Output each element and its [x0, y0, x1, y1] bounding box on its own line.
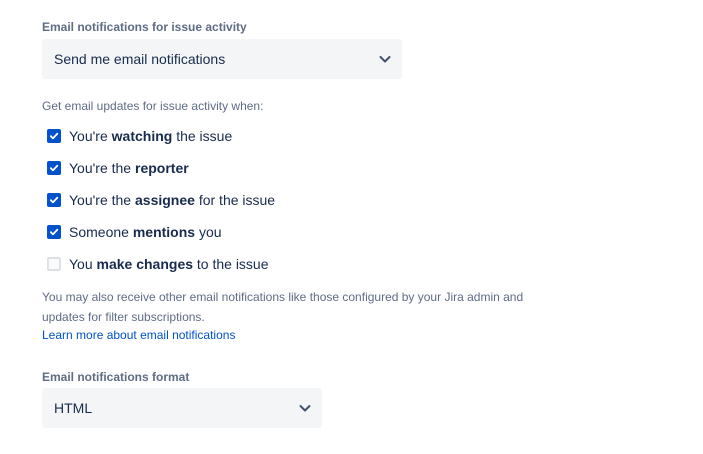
note-line-1: You may also receive other email notific…	[42, 290, 524, 304]
checkbox-watching-label: You're watching the issue	[69, 128, 232, 144]
checkbox-make-changes[interactable]: You make changes to the issue	[47, 255, 269, 273]
label-bold: watching	[111, 128, 173, 144]
checkbox-mentions[interactable]: Someone mentions you	[47, 223, 222, 241]
checkbox-unchecked-icon[interactable]	[47, 257, 61, 271]
label-bold: assignee	[135, 192, 195, 208]
label-pre: You're the	[69, 192, 135, 208]
label-post: the issue	[172, 128, 233, 144]
checkbox-mentions-label: Someone mentions you	[69, 224, 222, 240]
checkbox-reporter-label: You're the reporter	[69, 160, 189, 176]
issue-activity-select-value: Send me email notifications	[54, 51, 226, 67]
chevron-down-icon	[378, 52, 392, 66]
chevron-down-icon	[298, 401, 312, 415]
label-pre: Someone	[69, 224, 133, 240]
format-label: Email notifications format	[42, 370, 190, 384]
note-line-2: updates for filter subscriptions.	[42, 310, 205, 324]
label-pre: You're	[69, 128, 112, 144]
issue-activity-label: Email notifications for issue activity	[42, 20, 247, 34]
label-bold: reporter	[135, 160, 189, 176]
checkbox-watching[interactable]: You're watching the issue	[47, 127, 232, 145]
label-post: to the issue	[193, 256, 269, 272]
learn-more-link[interactable]: Learn more about email notifications	[42, 327, 235, 343]
checkbox-make-changes-label: You make changes to the issue	[69, 256, 269, 272]
label-pre: You	[69, 256, 97, 272]
label-post: you	[195, 224, 222, 240]
format-select[interactable]: HTML	[42, 388, 322, 428]
label-pre: You're the	[69, 160, 135, 176]
label-post: for the issue	[194, 192, 276, 208]
format-select-value: HTML	[54, 400, 93, 416]
checkbox-checked-icon[interactable]	[47, 225, 61, 239]
label-bold: make changes	[96, 256, 194, 272]
checkbox-assignee-label: You're the assignee for the issue	[69, 192, 275, 208]
updates-helper-text: Get email updates for issue activity whe…	[42, 99, 264, 113]
label-bold: mentions	[132, 224, 196, 240]
checkbox-reporter[interactable]: You're the reporter	[47, 159, 189, 177]
checkbox-checked-icon[interactable]	[47, 129, 61, 143]
other-notifications-note: You may also receive other email notific…	[42, 287, 542, 327]
checkbox-assignee[interactable]: You're the assignee for the issue	[47, 191, 275, 209]
checkbox-checked-icon[interactable]	[47, 193, 61, 207]
issue-activity-select[interactable]: Send me email notifications	[42, 39, 402, 79]
checkbox-checked-icon[interactable]	[47, 161, 61, 175]
